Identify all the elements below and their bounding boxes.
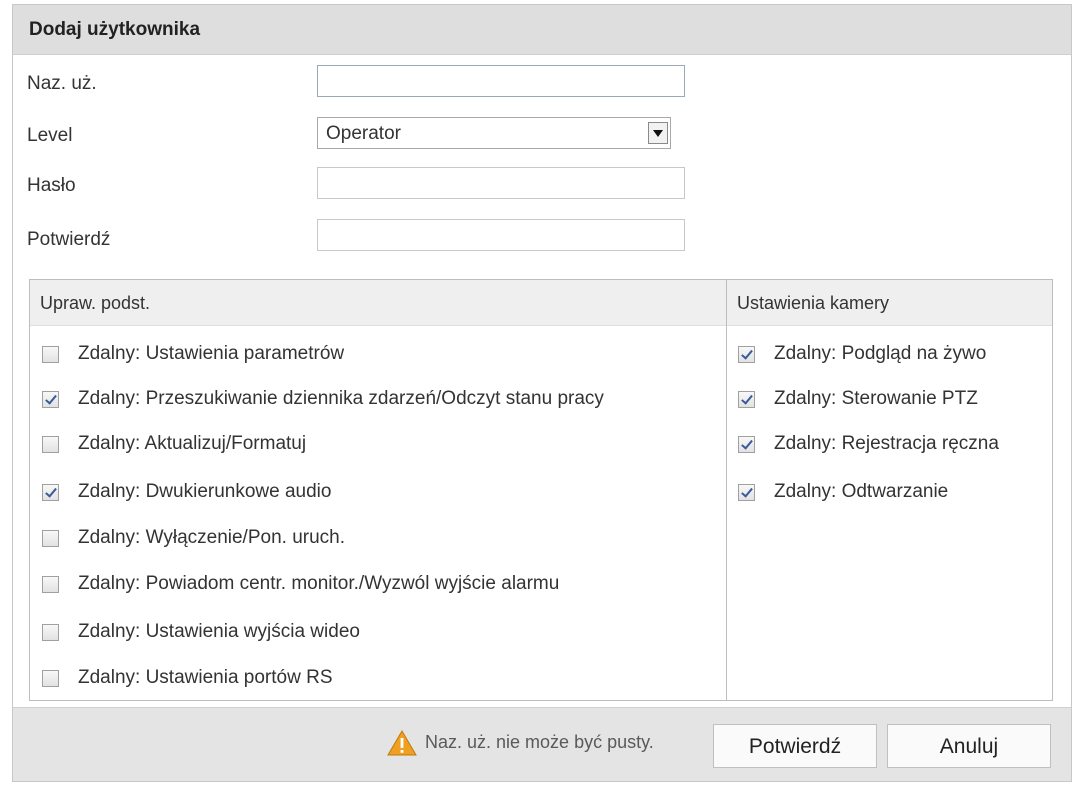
camera-permission-row[interactable]: Zdalny: Rejestracja ręczna <box>738 432 1048 458</box>
checkbox[interactable] <box>738 436 755 453</box>
permission-label: Zdalny: Dwukierunkowe audio <box>78 481 332 502</box>
basic-permission-row[interactable]: Zdalny: Aktualizuj/Formatuj <box>42 432 712 458</box>
basic-permission-row[interactable]: Zdalny: Ustawienia parametrów <box>42 342 712 368</box>
basic-permission-row[interactable]: Zdalny: Przeszukiwanie dziennika zdarzeń… <box>42 387 712 413</box>
permissions-panel: Upraw. podst. Ustawienia kamery Zdalny: … <box>29 279 1053 701</box>
confirm-password-input[interactable] <box>317 219 685 251</box>
checkbox[interactable] <box>42 530 59 547</box>
permission-label: Zdalny: Przeszukiwanie dziennika zdarzeń… <box>78 388 604 409</box>
camera-settings-header: Ustawienia kamery <box>727 280 1052 326</box>
camera-settings-title: Ustawienia kamery <box>737 293 890 313</box>
basic-permission-row[interactable]: Zdalny: Ustawienia wyjścia wideo <box>42 620 712 646</box>
username-label: Naz. uż. <box>27 73 97 94</box>
username-input[interactable] <box>317 65 685 97</box>
password-label: Hasło <box>27 175 76 196</box>
password-input[interactable] <box>317 167 685 199</box>
permission-label: Zdalny: Podgląd na żywo <box>774 343 987 364</box>
level-select[interactable]: Operator <box>317 117 671 149</box>
column-divider <box>726 280 727 700</box>
checkbox[interactable] <box>42 484 59 501</box>
checkbox[interactable] <box>738 484 755 501</box>
checkbox[interactable] <box>42 670 59 687</box>
permission-label: Zdalny: Rejestracja ręczna <box>774 433 999 454</box>
add-user-dialog: Dodaj użytkownika Naz. uż. Level Operato… <box>12 4 1072 782</box>
permission-label: Zdalny: Odtwarzanie <box>774 481 949 502</box>
checkbox[interactable] <box>42 436 59 453</box>
checkbox[interactable] <box>42 576 59 593</box>
camera-permission-row[interactable]: Zdalny: Odtwarzanie <box>738 480 1048 506</box>
dialog-titlebar: Dodaj użytkownika <box>13 5 1071 55</box>
level-label: Level <box>27 125 73 146</box>
permission-label: Zdalny: Powiadom centr. monitor./Wyzwól … <box>78 573 560 594</box>
camera-permission-row[interactable]: Zdalny: Podgląd na żywo <box>738 342 1048 368</box>
validation-message: Naz. uż. nie może być pusty. <box>425 732 654 752</box>
basic-permissions-header: Upraw. podst. <box>30 280 726 326</box>
level-select-value: Operator <box>326 123 401 144</box>
checkbox[interactable] <box>42 391 59 408</box>
chevron-down-icon[interactable] <box>648 122 668 144</box>
basic-permissions-title: Upraw. podst. <box>40 293 151 313</box>
permission-label: Zdalny: Ustawienia portów RS <box>78 667 333 688</box>
permission-label: Zdalny: Ustawienia wyjścia wideo <box>78 621 360 642</box>
confirm-password-label: Potwierdź <box>27 229 111 250</box>
checkbox[interactable] <box>42 346 59 363</box>
permission-label: Zdalny: Sterowanie PTZ <box>774 388 978 409</box>
checkbox[interactable] <box>738 346 755 363</box>
dialog-title: Dodaj użytkownika <box>29 19 201 40</box>
checkbox[interactable] <box>738 391 755 408</box>
permission-label: Zdalny: Aktualizuj/Formatuj <box>78 433 307 454</box>
basic-permission-row[interactable]: Zdalny: Wyłączenie/Pon. uruch. <box>42 526 712 552</box>
camera-permission-row[interactable]: Zdalny: Sterowanie PTZ <box>738 387 1048 413</box>
warning-triangle-icon <box>387 730 417 756</box>
confirm-button[interactable]: Potwierdź <box>713 724 877 768</box>
permission-label: Zdalny: Ustawienia parametrów <box>78 343 345 364</box>
basic-permission-row[interactable]: Zdalny: Powiadom centr. monitor./Wyzwól … <box>42 572 712 598</box>
permission-label: Zdalny: Wyłączenie/Pon. uruch. <box>78 527 346 548</box>
checkbox[interactable] <box>42 624 59 641</box>
basic-permission-row[interactable]: Zdalny: Ustawienia portów RS <box>42 666 712 692</box>
cancel-button[interactable]: Anuluj <box>887 724 1051 768</box>
dialog-footer: Naz. uż. nie może być pusty. Potwierdź A… <box>13 707 1071 781</box>
basic-permission-row[interactable]: Zdalny: Dwukierunkowe audio <box>42 480 712 506</box>
